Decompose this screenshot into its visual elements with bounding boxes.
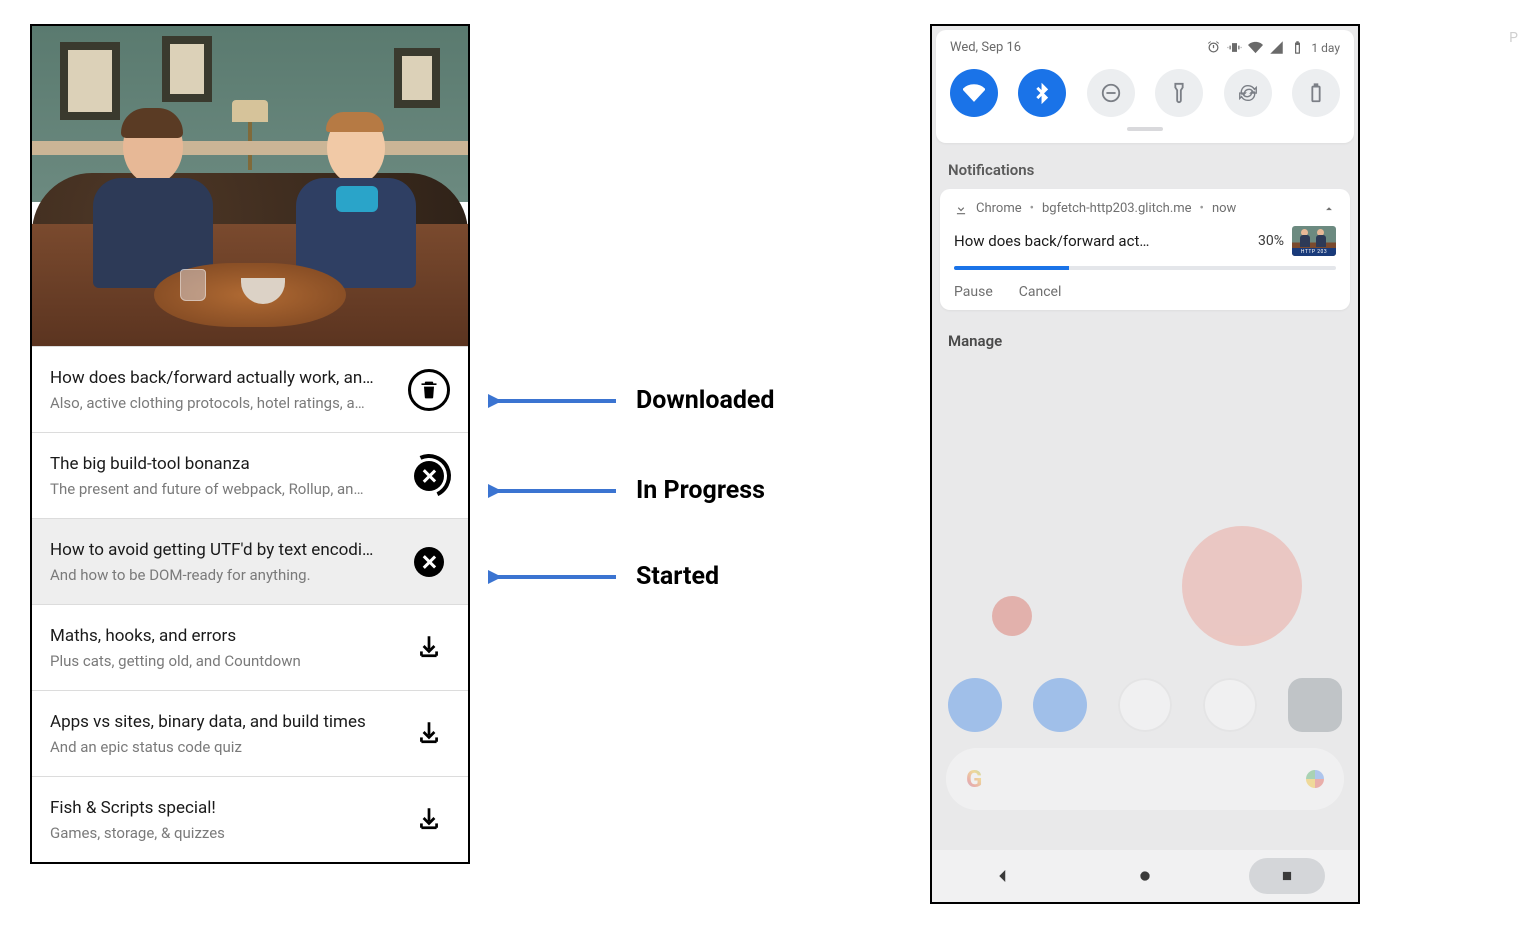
trash-icon[interactable] (408, 369, 450, 411)
cancel-icon[interactable] (414, 547, 444, 577)
episode-title: Fish & Scripts special! (50, 798, 394, 818)
status-icons: 1 day (1206, 40, 1340, 55)
annotation-started: Started (488, 562, 719, 591)
notification-app: Chrome (976, 201, 1022, 216)
notification-percent: 30% (1258, 233, 1284, 249)
download-small-icon (954, 202, 968, 216)
toggle-flashlight[interactable] (1155, 69, 1203, 117)
episode-item[interactable]: Fish & Scripts special! Games, storage, … (32, 776, 468, 862)
notification-source: bgfetch-http203.glitch.me (1042, 201, 1192, 216)
manage-button[interactable]: Manage (948, 332, 1342, 350)
episode-subtitle: The present and future of webpack, Rollu… (50, 480, 394, 498)
page-marker: P (1509, 30, 1518, 46)
annotation-in-progress: In Progress (488, 476, 765, 505)
google-g-icon: G (966, 765, 982, 793)
drag-handle-icon[interactable] (1127, 127, 1163, 131)
autorotate-icon (1237, 82, 1259, 104)
episode-title: How to avoid getting UTF'd by text encod… (50, 540, 394, 560)
episode-item[interactable]: How to avoid getting UTF'd by text encod… (32, 518, 468, 604)
back-button[interactable] (965, 858, 1041, 894)
episode-item[interactable]: How does back/forward actually work, an…… (32, 346, 468, 432)
dnd-icon (1100, 82, 1122, 104)
hero-image (32, 26, 468, 346)
toggle-dnd[interactable] (1087, 69, 1135, 117)
thumbnail-caption: HTTP 203 (1292, 248, 1336, 256)
alarm-icon (1206, 40, 1221, 55)
pause-button[interactable]: Pause (954, 284, 993, 300)
episode-item[interactable]: The big build-tool bonanza The present a… (32, 432, 468, 518)
episode-subtitle: Plus cats, getting old, and Countdown (50, 652, 394, 670)
download-progress-bar (954, 266, 1336, 270)
battery-label: 1 day (1311, 41, 1340, 55)
quick-settings-toggles (950, 69, 1340, 117)
download-icon[interactable] (416, 805, 442, 835)
flashlight-icon (1168, 82, 1190, 104)
notification-title: How does back/forward act… (954, 232, 1250, 250)
episode-subtitle: And an epic status code quiz (50, 738, 394, 756)
episode-subtitle: Games, storage, & quizzes (50, 824, 394, 842)
overview-button[interactable] (1249, 858, 1325, 894)
camera-app-icon[interactable] (1288, 678, 1342, 732)
podcast-app-panel: How does back/forward actually work, an…… (30, 24, 470, 864)
episode-subtitle: And how to be DOM-ready for anything. (50, 566, 394, 584)
home-button[interactable] (1107, 858, 1183, 894)
toggle-wifi[interactable] (950, 69, 998, 117)
annotation-label: In Progress (636, 476, 765, 505)
notification-thumbnail: HTTP 203 (1292, 226, 1336, 256)
navigation-bar (932, 850, 1358, 902)
episode-item[interactable]: Apps vs sites, binary data, and build ti… (32, 690, 468, 776)
chevron-up-icon[interactable] (1322, 202, 1336, 216)
arrow-icon (488, 387, 618, 415)
annotation-downloaded: Downloaded (488, 386, 775, 415)
episode-title: Apps vs sites, binary data, and build ti… (50, 712, 394, 732)
wifi-status-icon (1248, 40, 1263, 55)
arrow-icon (488, 477, 618, 505)
toggle-autorotate[interactable] (1224, 69, 1272, 117)
chrome-app-icon[interactable] (1203, 678, 1257, 732)
android-notification-panel: Wed, Sep 16 1 day Notifications Chrome •… (930, 24, 1360, 904)
progress-cancel-icon[interactable] (407, 454, 451, 498)
episode-item[interactable]: Maths, hooks, and errors Plus cats, gett… (32, 604, 468, 690)
toggle-bluetooth[interactable] (1018, 69, 1066, 117)
annotation-label: Downloaded (636, 386, 775, 415)
vibrate-icon (1227, 40, 1242, 55)
episode-subtitle: Also, active clothing protocols, hotel r… (50, 394, 394, 412)
episode-title: How does back/forward actually work, an… (50, 368, 394, 388)
download-notification[interactable]: Chrome • bgfetch-http203.glitch.me • now… (940, 189, 1350, 310)
download-icon[interactable] (416, 633, 442, 663)
battery-saver-icon (1305, 82, 1327, 104)
search-bar[interactable]: G (946, 748, 1344, 810)
notifications-header: Notifications (948, 161, 1342, 179)
assistant-icon[interactable] (1306, 770, 1324, 788)
play-store-app-icon[interactable] (1118, 678, 1172, 732)
cancel-button[interactable]: Cancel (1019, 284, 1062, 300)
notification-time: now (1212, 201, 1236, 216)
quick-settings-card: Wed, Sep 16 1 day (936, 30, 1354, 143)
arrow-icon (488, 563, 618, 591)
bluetooth-icon (1031, 82, 1053, 104)
episode-title: Maths, hooks, and errors (50, 626, 394, 646)
episode-title: The big build-tool bonanza (50, 454, 394, 474)
status-date: Wed, Sep 16 (950, 40, 1021, 55)
cell-signal-icon (1269, 40, 1284, 55)
wifi-icon (963, 82, 985, 104)
annotation-label: Started (636, 562, 719, 591)
messages-app-icon[interactable] (1033, 678, 1087, 732)
battery-icon (1290, 40, 1305, 55)
toggle-battery-saver[interactable] (1292, 69, 1340, 117)
download-icon[interactable] (416, 719, 442, 749)
episode-list: How does back/forward actually work, an…… (32, 346, 468, 862)
home-screen-faded: G (932, 456, 1358, 902)
phone-app-icon[interactable] (948, 678, 1002, 732)
